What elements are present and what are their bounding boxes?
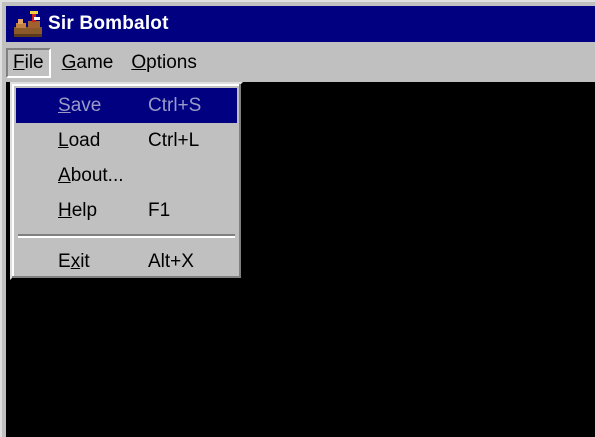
help-shortcut: F1 (148, 199, 171, 221)
window-title: Sir Bombalot (48, 13, 169, 34)
exit-shortcut: Alt+X (148, 250, 194, 272)
menu-separator (16, 228, 237, 244)
exit-label-pre: E (58, 250, 71, 272)
load-label-rest: oad (68, 129, 101, 151)
menu-file-label-rest: ile (24, 52, 44, 73)
menu-file-mnemonic: F (13, 52, 25, 73)
exit-label-rest: it (80, 250, 90, 272)
about-mnemonic: A (58, 164, 71, 186)
title-bar[interactable]: Sir Bombalot (6, 6, 595, 42)
save-label-rest: ave (70, 94, 102, 116)
menu-game-label-rest: ame (76, 52, 114, 73)
help-mnemonic: H (58, 199, 72, 221)
sir-bombalot-app-icon (14, 11, 42, 37)
load-shortcut: Ctrl+L (148, 129, 200, 151)
menu-item-save-label: Save (58, 95, 101, 117)
menu-item-load[interactable]: Load Ctrl+L (16, 123, 237, 158)
menu-item-exit[interactable]: Exit Alt+X (16, 244, 237, 279)
menu-item-about[interactable]: About... (16, 158, 237, 193)
load-mnemonic: L (58, 129, 69, 151)
menu-options[interactable]: Options (124, 48, 203, 78)
menu-item-help-label: Help (58, 200, 97, 222)
save-mnemonic: S (58, 94, 71, 116)
save-shortcut: Ctrl+S (148, 94, 202, 116)
menu-item-about-label: About... (58, 165, 124, 187)
menu-item-save[interactable]: Save Ctrl+S (16, 88, 237, 123)
menu-file[interactable]: File (6, 48, 51, 78)
menu-item-load-label: Load (58, 130, 100, 152)
help-label-rest: elp (71, 199, 98, 221)
exit-mnemonic: x (70, 250, 81, 272)
menu-game[interactable]: Game (55, 48, 121, 78)
menu-item-help[interactable]: Help F1 (16, 193, 237, 228)
menu-bar: File Game Options (6, 44, 595, 82)
menu-options-label-rest: ptions (146, 52, 197, 73)
file-menu-dropdown: Save Ctrl+S Load Ctrl+L About... Help F1… (10, 82, 243, 280)
menu-item-exit-label: Exit (58, 251, 90, 273)
menu-game-mnemonic: G (61, 52, 77, 73)
menu-options-mnemonic: O (131, 52, 147, 73)
about-label-rest: bout... (70, 164, 124, 186)
app-window: Sir Bombalot File Game Options Save Ctrl… (0, 0, 595, 437)
